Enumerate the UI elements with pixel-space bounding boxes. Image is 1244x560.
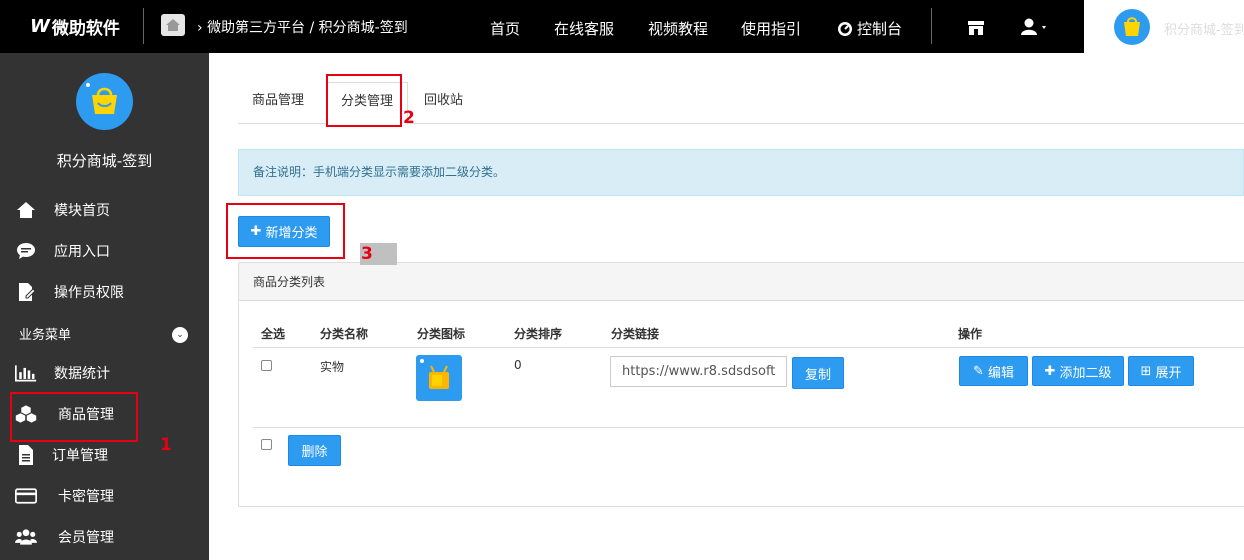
notice-alert: 备注说明：手机端分类显示需要添加二级分类。: [238, 149, 1244, 196]
sidebar-group-label: 业务菜单: [19, 328, 72, 343]
sidebar-item-app-entry[interactable]: 应用入口: [0, 236, 209, 266]
expand-label: 展开: [1155, 365, 1182, 381]
add-subcategory-label: 添加二级: [1059, 365, 1112, 381]
shop-avatar: [76, 73, 133, 130]
chevron-right-icon: ›: [197, 20, 203, 36]
nav-home[interactable]: 首页: [490, 18, 520, 39]
category-name: 实物: [320, 360, 345, 374]
annotation-box-1: [10, 392, 138, 442]
category-link-field[interactable]: https://www.r8.sdsdsoft: [610, 356, 787, 387]
account-name: 积分商城-签到: [1164, 23, 1244, 38]
select-all-checkbox[interactable]: [261, 439, 272, 450]
annotation-box-2: [326, 74, 402, 127]
tab-product-management[interactable]: 商品管理: [238, 82, 318, 124]
delete-button[interactable]: 删除: [288, 435, 341, 466]
dashboard-icon: [838, 21, 852, 36]
column-link: 分类链接: [611, 327, 660, 341]
sidebar: 积分商城-签到 模块首页 应用入口 操作员权限 业务菜单 ⌄ 数据统计 商品管理…: [0, 53, 209, 560]
nav-console[interactable]: 控制台: [837, 18, 902, 39]
edit-icon: ✎: [973, 363, 984, 379]
annotation-label-2: 2: [403, 108, 415, 128]
logo-text: 微助软件: [51, 19, 120, 39]
panel-title: 商品分类列表: [239, 263, 1244, 301]
avatar: [1114, 9, 1150, 45]
add-subcategory-button[interactable]: ✚ 添加二级: [1032, 356, 1124, 386]
column-icon: 分类图标: [417, 327, 466, 341]
divider: [253, 347, 1244, 348]
row-checkbox[interactable]: [261, 360, 272, 371]
category-sort: 0: [514, 358, 522, 372]
sidebar-item-label: 会员管理: [58, 530, 114, 546]
edit-label: 编辑: [987, 365, 1014, 381]
logo-mark-icon: W: [30, 16, 50, 37]
plus-icon: ✚: [1044, 363, 1056, 379]
sidebar-item-module-home[interactable]: 模块首页: [0, 195, 209, 225]
divider: [931, 8, 932, 44]
category-image: [416, 355, 462, 401]
sidebar-item-label: 订单管理: [52, 448, 108, 464]
sidebar-item-member-management[interactable]: 会员管理: [0, 522, 209, 552]
divider: [143, 8, 144, 44]
column-actions: 操作: [958, 327, 983, 341]
column-sort: 分类排序: [514, 327, 563, 341]
card-icon: [15, 485, 37, 507]
chat-icon: [15, 240, 37, 262]
home-icon[interactable]: [161, 14, 185, 36]
sidebar-item-label: 模块首页: [54, 203, 110, 219]
bar-chart-icon: [15, 362, 37, 384]
sidebar-item-label: 应用入口: [54, 244, 110, 260]
sidebar-item-operator-permission[interactable]: 操作员权限: [0, 277, 209, 307]
store-icon[interactable]: [967, 20, 985, 36]
document-edit-icon: [15, 281, 37, 303]
file-icon: [15, 444, 37, 466]
top-bar: W 微助软件 › 微助第三方平台 / 积分商城-签到 首页 在线客服 视频教程 …: [0, 0, 1244, 53]
annotation-label-1: 1: [160, 435, 172, 455]
users-icon: [15, 526, 37, 548]
account-panel[interactable]: 积分商城-签到: [1084, 0, 1244, 53]
sidebar-item-label: 数据统计: [54, 366, 110, 382]
shop-name: 积分商城-签到: [56, 152, 153, 170]
expand-button[interactable]: ⊞ 展开: [1128, 356, 1194, 386]
tab-recycle-bin[interactable]: 回收站: [410, 82, 477, 124]
home-icon: [15, 199, 37, 221]
breadcrumb-text: 微助第三方平台 / 积分商城-签到: [207, 20, 408, 36]
logo[interactable]: W 微助软件: [30, 14, 120, 39]
column-name: 分类名称: [320, 327, 369, 341]
nav-console-label: 控制台: [857, 20, 903, 38]
category-list-panel: 商品分类列表 全选 分类名称 分类图标 分类排序 分类链接 操作 实物 0 ht…: [238, 262, 1244, 507]
breadcrumb: › 微助第三方平台 / 积分商城-签到: [197, 17, 408, 37]
sidebar-item-label: 卡密管理: [58, 489, 114, 505]
sidebar-item-card-management[interactable]: 卡密管理: [0, 481, 209, 511]
plus-square-icon: ⊞: [1140, 363, 1152, 379]
copy-button[interactable]: 复制: [792, 357, 844, 389]
divider: [253, 427, 1244, 428]
annotation-label-3: 3: [361, 244, 373, 264]
edit-button[interactable]: ✎ 编辑: [959, 356, 1028, 386]
nav-video[interactable]: 视频教程: [648, 18, 708, 39]
annotation-box-3: [226, 203, 345, 259]
column-select-all: 全选: [261, 327, 286, 341]
chevron-down-icon[interactable]: ⌄: [172, 327, 188, 343]
sidebar-item-data-stats[interactable]: 数据统计: [0, 358, 209, 388]
nav-support[interactable]: 在线客服: [554, 18, 614, 39]
user-icon[interactable]: [1020, 18, 1048, 40]
nav-guide[interactable]: 使用指引: [741, 18, 801, 39]
sidebar-item-order-management[interactable]: 订单管理: [0, 440, 209, 470]
sidebar-item-label: 操作员权限: [54, 285, 124, 301]
